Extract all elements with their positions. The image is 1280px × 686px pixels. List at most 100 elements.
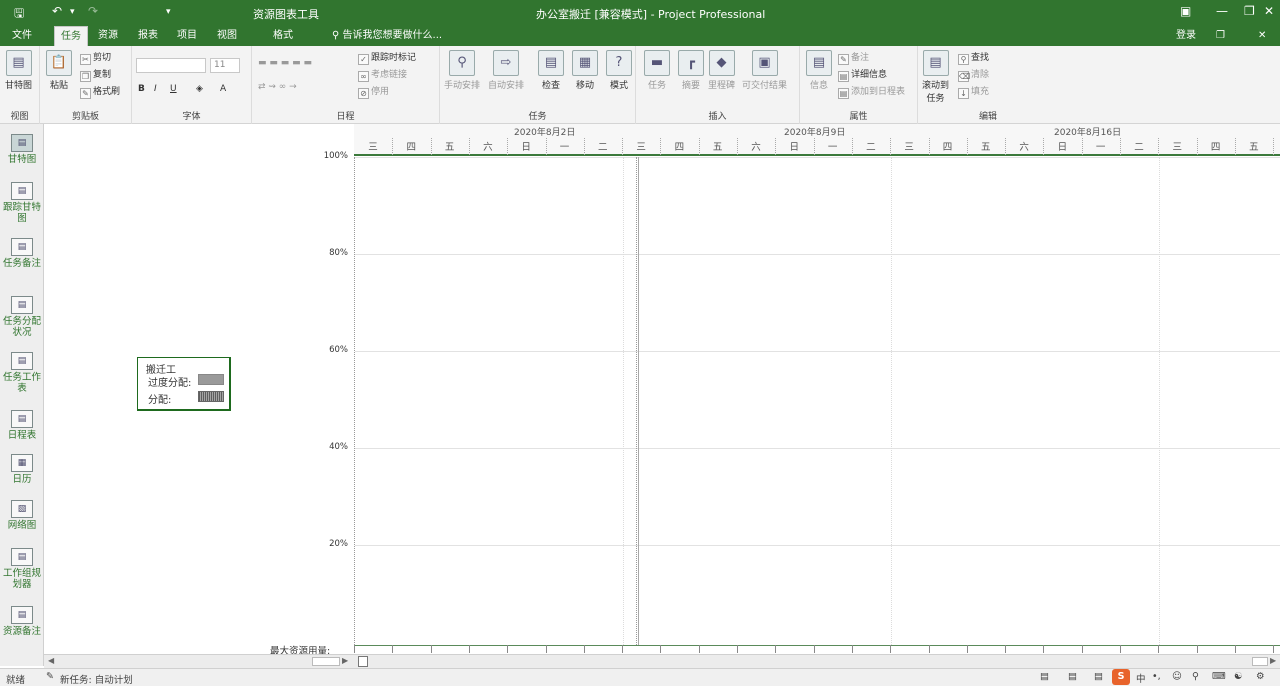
inactivate-button[interactable]: ⊘ 停用 (358, 85, 389, 99)
tab-project[interactable]: 项目 (171, 26, 203, 46)
font-size-box[interactable]: 11 (210, 58, 240, 73)
gantt-chart-button[interactable]: ▤ 甘特图 (5, 50, 32, 91)
emoji-icon[interactable]: ☺ (1172, 671, 1182, 682)
move-button[interactable]: ▦ 移动 (572, 50, 598, 91)
tab-report[interactable]: 报表 (132, 26, 164, 46)
scroll-right-icon[interactable]: ▶ (342, 656, 348, 665)
microphone-icon[interactable]: ⚲ (1192, 671, 1199, 682)
notes-button[interactable]: ✎ 备注 (838, 51, 869, 65)
resource-graph-plot[interactable] (354, 157, 1280, 645)
ime-logo-icon[interactable]: S (1112, 669, 1130, 685)
sidebar-item-task-notes[interactable]: ▤ 任务备注 (2, 238, 42, 269)
left-pane-scroll-thumb[interactable] (312, 657, 340, 666)
group-properties: ▤ 信息 ✎ 备注 ▤ 详细信息 ▤ 添加到日程表 属性 (800, 46, 918, 124)
deliverable-button[interactable]: ▣ 可交付结果 (742, 50, 787, 91)
fill-button[interactable]: ↓ 填充 (958, 85, 989, 99)
add-to-timeline-button[interactable]: ▤ 添加到日程表 (838, 85, 905, 99)
timescale-week-label: 2020年8月16日 (1054, 128, 1122, 138)
sidebar-item-resource-notes[interactable]: ▤ 资源备注 (2, 606, 42, 637)
sidebar-item-task-usage[interactable]: ▤ 任务分配状况 (2, 296, 42, 338)
tab-file[interactable]: 文件 (6, 26, 38, 46)
undo-dropdown-icon[interactable]: ▾ (70, 7, 75, 17)
context-tab-title: 资源图表工具 (253, 8, 319, 21)
manual-schedule-button[interactable]: ⚲ 手动安排 (444, 50, 480, 91)
timescale-day-label: 四 (406, 142, 417, 153)
close-icon[interactable]: ✕ (1264, 4, 1274, 18)
undo-icon[interactable]: ↶ (52, 4, 62, 18)
format-painter-button[interactable]: ✎ 格式刷 (80, 85, 120, 99)
tab-resource[interactable]: 资源 (92, 26, 124, 46)
underline-button[interactable]: U (170, 82, 177, 96)
milestone-button[interactable]: ◆ 里程碑 (708, 50, 735, 91)
chart-scroll-thumb[interactable] (1252, 657, 1268, 666)
information-button[interactable]: ▤ 信息 (806, 50, 832, 91)
week-boundary-line (1159, 157, 1161, 645)
horizontal-scrollbar[interactable]: ◀ ▶ ▶ (44, 654, 1280, 668)
restore-icon[interactable]: ❐ (1244, 4, 1255, 18)
percent-complete-icons[interactable]: ▬ ▬ ▬ ▬ ▬ (258, 56, 312, 70)
scroll-left-icon[interactable]: ◀ (48, 656, 54, 665)
scroll-to-task-button[interactable]: ▤ 滚动到 任务 (922, 50, 949, 104)
bold-button[interactable]: B (138, 82, 145, 96)
font-color-icon[interactable]: A (220, 82, 226, 96)
mark-on-track-button[interactable]: ✓ 跟踪时标记 (358, 51, 416, 65)
keyboard-icon[interactable]: ⌨ (1212, 671, 1226, 682)
sidebar-item-tracking-gantt[interactable]: ▤ 跟踪甘特图 (2, 182, 42, 224)
ime-punctuation-icon[interactable]: •, (1152, 671, 1161, 682)
sidebar-item-task-sheet[interactable]: ▤ 任务工作表 (2, 352, 42, 394)
new-tasks-mode[interactable]: 新任务: 自动计划 (60, 672, 133, 686)
ribbon-options-icon[interactable]: ▣ (1180, 4, 1191, 18)
chart-scroll-right-icon[interactable]: ▶ (1270, 656, 1276, 665)
details-button[interactable]: ▤ 详细信息 (838, 68, 887, 82)
sidebar-item-team-planner[interactable]: ▤ 工作组规划器 (2, 548, 42, 590)
tab-task[interactable]: 任务 (54, 26, 88, 46)
summary-button[interactable]: ┏ 摘要 (678, 50, 704, 91)
redo-icon[interactable]: ↷ (88, 4, 98, 18)
paste-button[interactable]: 📋 粘贴 (46, 50, 72, 91)
minimize-icon[interactable]: — (1216, 4, 1228, 18)
max-units-tick (851, 645, 853, 653)
sidebar-item-timeline[interactable]: ▤ 日程表 (2, 410, 42, 441)
sidebar-item-network[interactable]: ▧ 网络图 (2, 500, 42, 531)
task-usage-shortcut-icon[interactable]: ▤ (1068, 671, 1077, 682)
ribbon-close-icon[interactable]: ✕ (1252, 26, 1272, 46)
cut-button[interactable]: ✂ 剪切 (80, 51, 111, 65)
y-tick-label: 80% (329, 248, 348, 258)
chart-gridline (355, 448, 1280, 449)
fill-color-icon[interactable]: ◈ (196, 82, 203, 96)
team-planner-shortcut-icon[interactable]: ▤ (1094, 671, 1103, 682)
insert-task-button[interactable]: ▬ 任务 (644, 50, 670, 91)
milestone-icon: ◆ (708, 50, 735, 76)
respect-links-button[interactable]: ∞ 考虑链接 (358, 68, 407, 82)
tab-view[interactable]: 视图 (211, 26, 243, 46)
gantt-view-shortcut-icon[interactable]: ▤ (1040, 671, 1049, 682)
copy-button[interactable]: ❐ 复制 (80, 68, 111, 82)
mode-icon: ? (606, 50, 632, 76)
save-icon[interactable]: 🖫 (14, 4, 24, 25)
ime-chinese-icon[interactable]: 中 (1136, 671, 1146, 685)
tab-format[interactable]: 格式 (267, 26, 299, 46)
sidebar-item-calendar[interactable]: ▦ 日历 (2, 454, 42, 485)
mode-button[interactable]: ? 模式 (606, 50, 632, 91)
skin-icon[interactable]: ☯ (1234, 671, 1243, 682)
share-icon[interactable]: ❐ (1210, 26, 1231, 46)
font-name-box[interactable] (136, 58, 206, 73)
auto-schedule-button[interactable]: ⇨ 自动安排 (488, 50, 524, 91)
sign-in-link[interactable]: 登录 (1170, 26, 1202, 46)
customize-qat-icon[interactable]: ▾ (166, 7, 171, 17)
max-units-tick (737, 645, 738, 653)
tell-me-box[interactable]: ⚲ 告诉我您想要做什么... (326, 26, 448, 46)
sidebar-item-gantt[interactable]: ▤ 甘特图 (2, 134, 42, 165)
timescale-day-label: 二 (598, 142, 608, 153)
find-button[interactable]: ⚲ 查找 (958, 51, 989, 65)
clear-button[interactable]: ⌫清除 (958, 68, 989, 82)
timescale[interactable]: 2020年8月2日 2020年8月9日 2020年8月16日三 四 五 六 日 一 二 三 四 五 六 日… (354, 124, 1280, 156)
inspect-button[interactable]: ▤ 检查 (538, 50, 564, 91)
italic-button[interactable]: I (154, 82, 157, 96)
max-units-tick (698, 645, 700, 653)
chart-scroll-left-button[interactable] (358, 656, 368, 667)
max-units-tick (1234, 645, 1236, 653)
link-tasks-icons[interactable]: ⇄ ⇝ ∞ → (258, 80, 297, 94)
resource-legend: 搬迁工 过度分配: 分配: (137, 357, 231, 411)
tools-icon[interactable]: ⚙ (1256, 671, 1265, 682)
